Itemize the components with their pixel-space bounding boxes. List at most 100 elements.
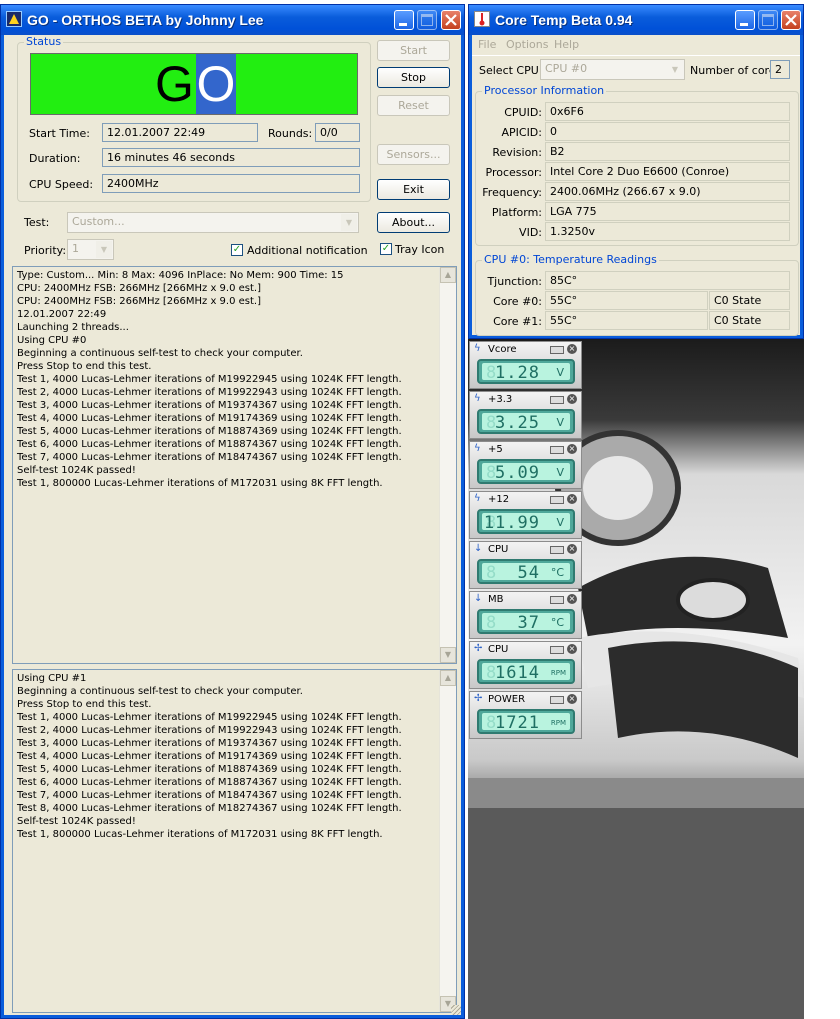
- gadget-lcd: 8 11.99 V: [477, 509, 575, 534]
- log-line: Test 1, 800000 Lucas-Lehmer iterations o…: [17, 829, 383, 840]
- frequency-value: 2400.06MHz (266.67 x 9.0): [545, 182, 790, 201]
- vid-label: VID:: [519, 226, 542, 239]
- cpu0-log[interactable]: Type: Custom... Min: 8 Max: 4096 InPlace…: [12, 266, 457, 664]
- cpu1-log[interactable]: Using CPU #1 Beginning a continuous self-…: [12, 669, 457, 1013]
- chevron-down-icon[interactable]: ▼: [96, 241, 112, 258]
- gadget-label: +12: [488, 494, 510, 505]
- chevron-down-icon[interactable]: ▼: [667, 61, 683, 78]
- log-line: 12.01.2007 22:49: [17, 309, 107, 320]
- close-button[interactable]: [781, 10, 801, 30]
- menu-bar: File Options Help: [472, 35, 800, 56]
- gadget-close-icon[interactable]: ×: [567, 394, 577, 404]
- gadget-label: CPU: [488, 544, 509, 555]
- scroll-up-icon[interactable]: ▲: [440, 670, 456, 686]
- rounds-label: Rounds:: [268, 127, 313, 140]
- scroll-down-icon[interactable]: ▼: [440, 647, 456, 663]
- cpu1-log-lines: Using CPU #1 Beginning a continuous self-…: [17, 672, 438, 841]
- sensors-button[interactable]: Sensors...: [377, 144, 450, 165]
- gadget-close-icon[interactable]: ×: [567, 544, 577, 554]
- thermometer-icon: ↓: [474, 543, 483, 554]
- log-line: CPU: 2400MHz FSB: 266MHz [266MHz x 9.0 e…: [17, 296, 262, 307]
- core0-state: C0 State: [709, 291, 790, 310]
- gadget-settings-icon[interactable]: [550, 596, 564, 604]
- close-button[interactable]: [441, 10, 461, 30]
- additional-notification-label[interactable]: Additional notification: [247, 244, 368, 257]
- lcd-segment-icon: 8: [486, 563, 497, 583]
- gadget-unit: V: [556, 416, 564, 429]
- log-line: Test 2, 4000 Lucas-Lehmer iterations of …: [17, 725, 402, 736]
- sensor-gadget[interactable]: ↓ MB × 8 37 °C: [469, 591, 582, 639]
- test-select-value: Custom...: [72, 215, 125, 228]
- gadget-lcd: 8 3.25 V: [477, 409, 575, 434]
- coretemp-window: Core Temp Beta 0.94 File Options Help Se…: [468, 4, 804, 339]
- gadget-close-icon[interactable]: ×: [567, 594, 577, 604]
- tray-icon-label[interactable]: Tray Icon: [395, 243, 444, 256]
- minimize-button[interactable]: [394, 10, 414, 30]
- tjunction-label: Tjunction:: [487, 275, 542, 288]
- gadget-unit: V: [556, 516, 564, 529]
- gadget-close-icon[interactable]: ×: [567, 344, 577, 354]
- start-button[interactable]: Start: [377, 40, 450, 61]
- gadget-lcd: 8 54 °C: [477, 559, 575, 584]
- log-line: Self-test 1024K passed!: [17, 816, 136, 827]
- resize-grip-icon[interactable]: [451, 1005, 461, 1015]
- gadget-close-icon[interactable]: ×: [567, 444, 577, 454]
- sensor-gadget[interactable]: ϟ +3.3 × 8 3.25 V: [469, 391, 582, 439]
- voltage-icon: ϟ: [474, 343, 481, 354]
- tray-icon-checkbox[interactable]: ✓: [380, 243, 392, 255]
- coretemp-titlebar[interactable]: Core Temp Beta 0.94: [469, 5, 803, 35]
- about-button[interactable]: About...: [377, 212, 450, 233]
- log-line: Test 1, 4000 Lucas-Lehmer iterations of …: [17, 712, 402, 723]
- sensor-gadget[interactable]: ϟ +5 × 8 5.09 V: [469, 441, 582, 489]
- maximize-button[interactable]: [417, 10, 437, 30]
- sensor-gadget[interactable]: ✢ POWER × 8 1721 RPM: [469, 691, 582, 739]
- exit-button[interactable]: Exit: [377, 179, 450, 200]
- test-select[interactable]: Custom... ▼: [67, 212, 359, 233]
- select-cpu-dropdown[interactable]: CPU #0 ▼: [540, 59, 685, 80]
- reset-button[interactable]: Reset: [377, 95, 450, 116]
- gadget-close-icon[interactable]: ×: [567, 494, 577, 504]
- gadget-label: MB: [488, 594, 504, 605]
- gadget-settings-icon[interactable]: [550, 696, 564, 704]
- sensor-gadget[interactable]: ✢ CPU × 8 1614 RPM: [469, 641, 582, 689]
- log-line: Using CPU #0: [17, 335, 87, 346]
- gadget-settings-icon[interactable]: [550, 546, 564, 554]
- gadget-settings-icon[interactable]: [550, 646, 564, 654]
- gadget-settings-icon[interactable]: [550, 396, 564, 404]
- cpuid-label: CPUID:: [504, 106, 542, 119]
- gadget-lcd: 8 5.09 V: [477, 459, 575, 484]
- gadget-close-icon[interactable]: ×: [567, 694, 577, 704]
- tjunction-value: 85C°: [545, 271, 790, 290]
- log-line: Beginning a continuous self-test to chec…: [17, 686, 303, 697]
- menu-file[interactable]: File: [478, 38, 496, 51]
- menu-help[interactable]: Help: [554, 38, 579, 51]
- gadget-unit: °C: [550, 566, 564, 579]
- priority-select[interactable]: 1 ▼: [67, 239, 114, 260]
- scroll-up-icon[interactable]: ▲: [440, 267, 456, 283]
- log-line: Press Stop to end this test.: [17, 699, 152, 710]
- gadget-settings-icon[interactable]: [550, 496, 564, 504]
- menu-options[interactable]: Options: [506, 38, 548, 51]
- gadget-settings-icon[interactable]: [550, 346, 564, 354]
- frequency-label: Frequency:: [482, 186, 542, 199]
- orthos-titlebar[interactable]: GO - ORTHOS BETA by Johnny Lee: [1, 5, 464, 35]
- cpu1-log-scrollbar[interactable]: ▲ ▼: [439, 670, 456, 1012]
- maximize-button[interactable]: [758, 10, 778, 30]
- cpu0-log-scrollbar[interactable]: ▲ ▼: [439, 267, 456, 663]
- gadget-value: 37: [517, 613, 540, 633]
- log-line: Test 6, 4000 Lucas-Lehmer iterations of …: [17, 777, 402, 788]
- sensor-gadget[interactable]: ϟ +12 × 8 11.99 V: [469, 491, 582, 539]
- status-letter-o: O: [196, 54, 236, 114]
- gadget-label: +3.3: [488, 394, 513, 405]
- close-icon: [785, 14, 797, 26]
- gadget-settings-icon[interactable]: [550, 446, 564, 454]
- minimize-button[interactable]: [735, 10, 755, 30]
- thermometer-icon: ↓: [474, 593, 483, 604]
- stop-button[interactable]: Stop: [377, 67, 450, 88]
- gadget-close-icon[interactable]: ×: [567, 644, 577, 654]
- sensor-gadget[interactable]: ϟ Vcore × 8 1.28 V: [469, 341, 582, 389]
- core0-value: 55C°: [545, 291, 708, 310]
- additional-notification-checkbox[interactable]: ✓: [231, 244, 243, 256]
- sensor-gadget[interactable]: ↓ CPU × 8 54 °C: [469, 541, 582, 589]
- chevron-down-icon[interactable]: ▼: [341, 214, 357, 231]
